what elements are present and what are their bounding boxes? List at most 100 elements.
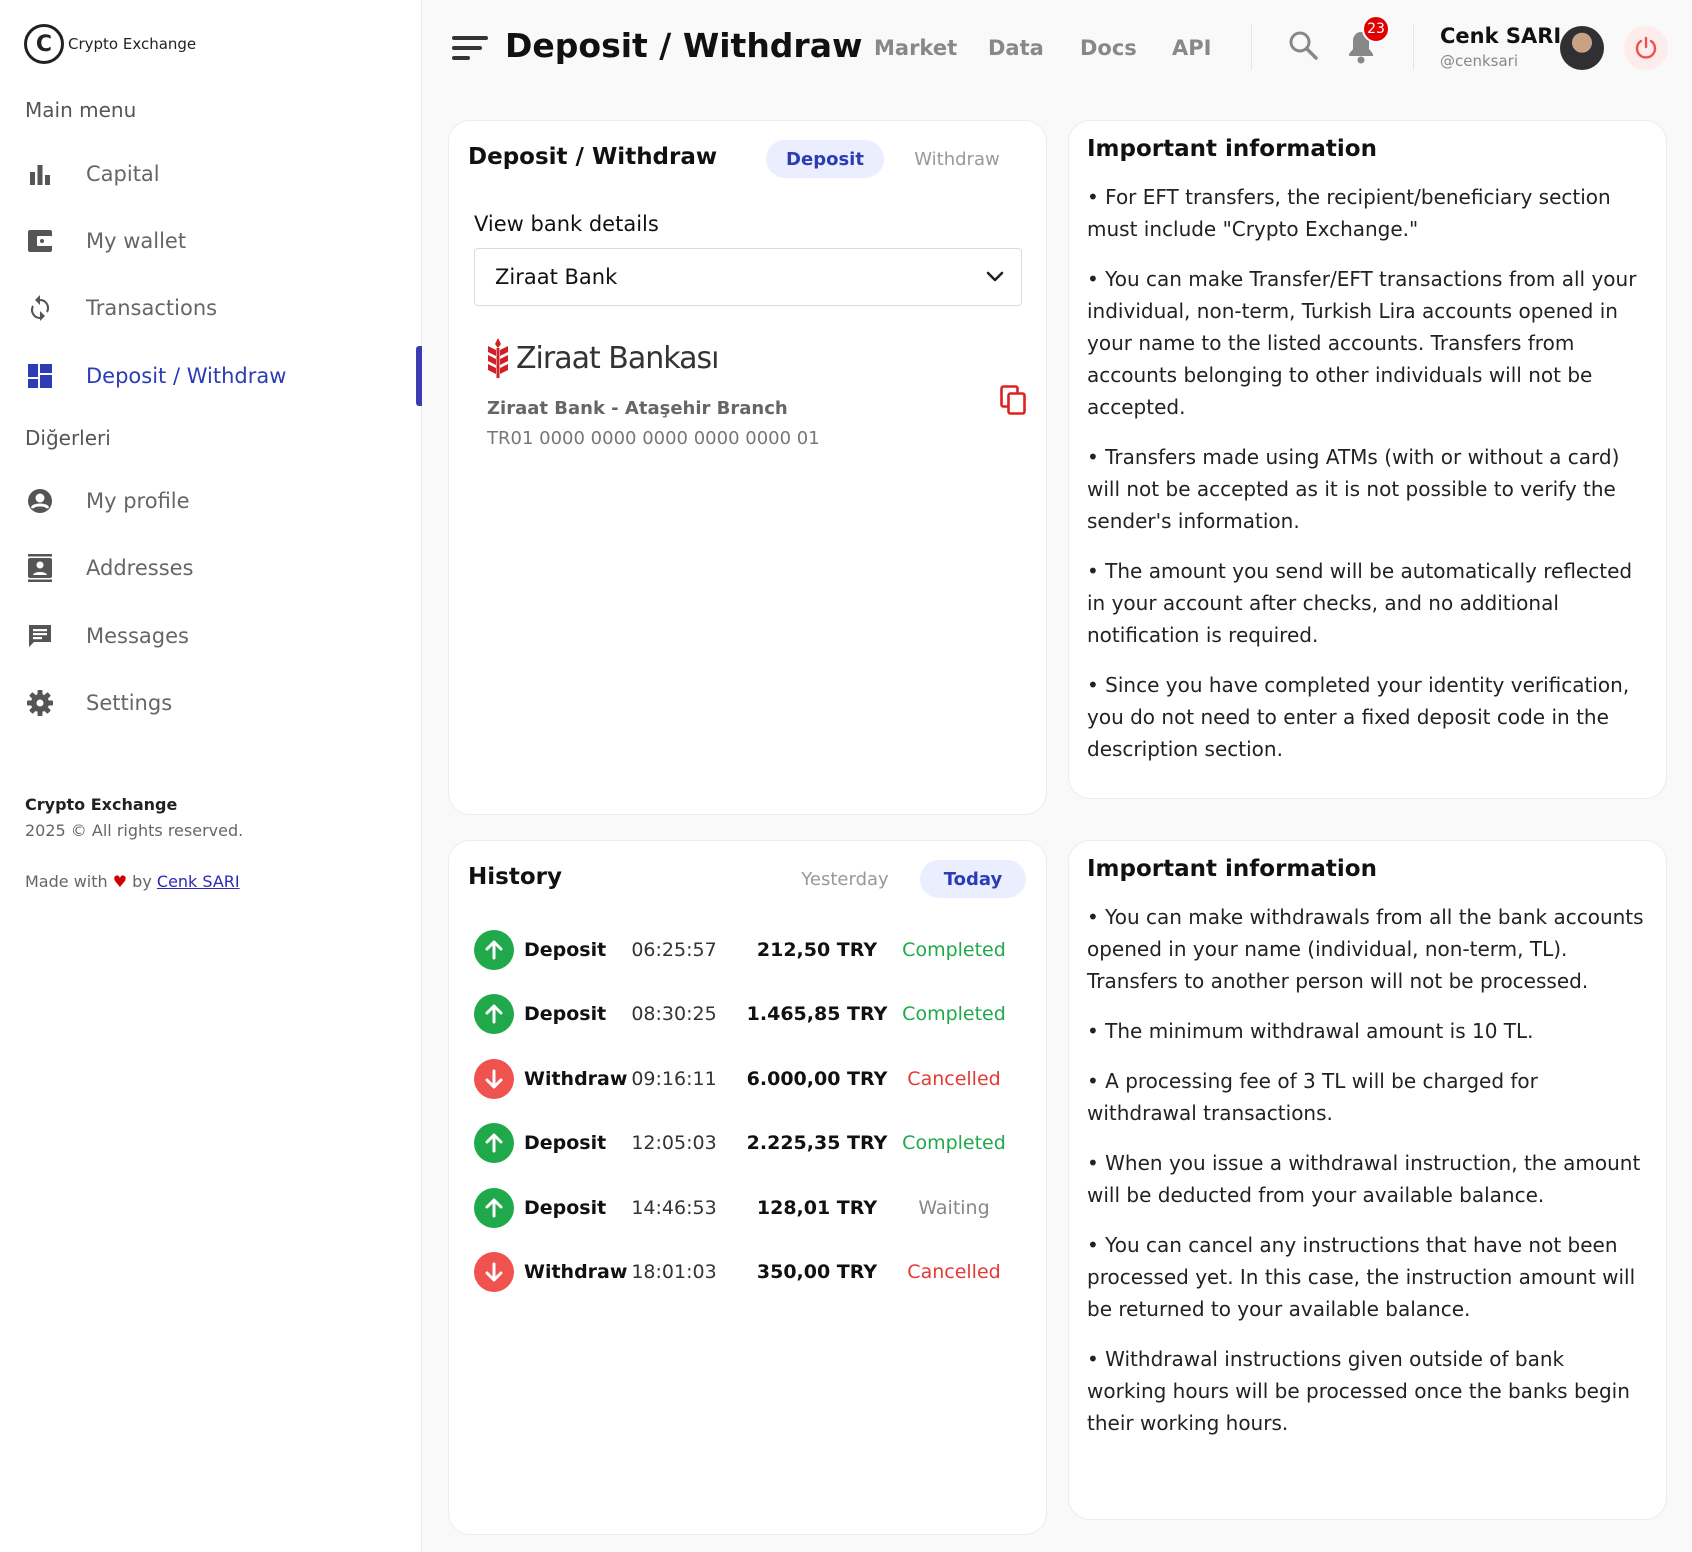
- bank-branch: Ziraat Bank - Ataşehir Branch: [487, 398, 788, 419]
- power-icon[interactable]: [1624, 26, 1668, 70]
- author-link[interactable]: Cenk SARI: [157, 872, 240, 891]
- history-row[interactable]: Withdraw 18:01:03 350,00 TRY Cancelled: [474, 1250, 1034, 1294]
- nav-api[interactable]: API: [1172, 36, 1211, 60]
- nav-market[interactable]: Market: [874, 36, 957, 60]
- sidebar-item-addresses[interactable]: Addresses: [0, 544, 422, 592]
- user-name: Cenk SARI: [1440, 24, 1562, 48]
- history-time: 09:16:11: [631, 1068, 717, 1090]
- withdraw-info-list: • You can make withdrawals from all the …: [1087, 901, 1647, 1457]
- info-item: • The amount you send will be automatica…: [1087, 559, 1633, 647]
- tab-withdraw[interactable]: Withdraw: [898, 140, 1016, 178]
- sidebar-item-deposit-withdraw[interactable]: Deposit / Withdraw: [0, 346, 422, 406]
- brand-logo-icon: C: [24, 24, 64, 64]
- sidebar-item-settings[interactable]: Settings: [0, 679, 422, 727]
- history-time: 06:25:57: [631, 939, 717, 961]
- nav-data[interactable]: Data: [988, 36, 1044, 60]
- brand[interactable]: C Crypto Exchange: [24, 24, 196, 64]
- by-text: by: [132, 872, 152, 891]
- info-item: • The minimum withdrawal amount is 10 TL…: [1087, 1019, 1534, 1043]
- search-icon[interactable]: [1288, 30, 1318, 64]
- sidebar-item-my-profile[interactable]: My profile: [0, 477, 422, 525]
- history-status: Cancelled: [907, 1261, 1001, 1283]
- bank-select-value: Ziraat Bank: [495, 265, 618, 289]
- footer-made-with: Made with ♥ by Cenk SARI: [25, 872, 240, 891]
- deposit-info-list: • For EFT transfers, the recipient/benef…: [1087, 181, 1647, 783]
- deposit-info-title: Important information: [1087, 136, 1377, 162]
- user-handle: @cenksari: [1440, 52, 1519, 70]
- history-time: 12:05:03: [631, 1132, 717, 1154]
- avatar[interactable]: [1560, 26, 1604, 70]
- info-item: • You can cancel any instructions that h…: [1087, 1233, 1636, 1321]
- sync-icon: [26, 294, 54, 322]
- bank-iban: TR01 0000 0000 0000 0000 0000 01: [487, 428, 820, 449]
- bank-select[interactable]: Ziraat Bank: [474, 248, 1022, 306]
- history-time: 08:30:25: [631, 1003, 717, 1025]
- info-item: • For EFT transfers, the recipient/benef…: [1087, 185, 1611, 241]
- sidebar-item-label: Capital: [86, 162, 160, 186]
- history-row[interactable]: Withdraw 09:16:11 6.000,00 TRY Cancelled: [474, 1057, 1034, 1101]
- made-with-text: Made with: [25, 872, 108, 891]
- header-divider: [1251, 24, 1252, 70]
- arrow-down-icon: [474, 1252, 514, 1292]
- sidebar-item-label: Transactions: [86, 296, 218, 320]
- main-menu-title: Main menu: [25, 98, 137, 122]
- history-row[interactable]: Deposit 06:25:57 212,50 TRY Completed: [474, 928, 1034, 972]
- sidebar-item-label: Settings: [86, 691, 173, 715]
- other-menu-title: Diğerleri: [25, 426, 111, 450]
- header-divider: [1413, 24, 1414, 70]
- sidebar-item-my-wallet[interactable]: My wallet: [0, 217, 422, 265]
- tab-today[interactable]: Today: [920, 860, 1026, 898]
- withdraw-info-title: Important information: [1087, 856, 1377, 882]
- info-item: • A processing fee of 3 TL will be charg…: [1087, 1069, 1538, 1125]
- deposit-card-title: Deposit / Withdraw: [468, 144, 718, 170]
- info-item: • You can make withdrawals from all the …: [1087, 905, 1644, 993]
- history-type: Deposit: [524, 1132, 607, 1154]
- info-item: • Transfers made using ATMs (with or wit…: [1087, 445, 1620, 533]
- history-amount: 1.465,85 TRY: [746, 1003, 888, 1025]
- account-circle-icon: [26, 487, 54, 515]
- history-amount: 212,50 TRY: [756, 939, 878, 961]
- history-status: Completed: [902, 1132, 1006, 1154]
- arrow-down-icon: [474, 1059, 514, 1099]
- bar-chart-icon: [26, 160, 54, 188]
- wallet-icon: [26, 227, 54, 255]
- arrow-up-icon: [474, 994, 514, 1034]
- tab-yesterday[interactable]: Yesterday: [786, 860, 904, 898]
- history-status: Completed: [902, 1003, 1006, 1025]
- history-amount: 6.000,00 TRY: [746, 1068, 888, 1090]
- view-bank-details-label: View bank details: [474, 212, 659, 236]
- history-row[interactable]: Deposit 14:46:53 128,01 TRY Waiting: [474, 1186, 1034, 1230]
- copy-icon[interactable]: [1000, 385, 1026, 419]
- nav-docs[interactable]: Docs: [1080, 36, 1137, 60]
- bank-logo-text: Ziraat Bankası: [516, 340, 719, 376]
- info-item: • When you issue a withdrawal instructio…: [1087, 1151, 1641, 1207]
- history-status: Completed: [902, 939, 1006, 961]
- sidebar-item-transactions[interactable]: Transactions: [0, 284, 422, 332]
- notification-badge: 23: [1362, 15, 1390, 43]
- history-time: 18:01:03: [631, 1261, 717, 1283]
- arrow-up-icon: [474, 930, 514, 970]
- heart-icon: ♥: [112, 872, 128, 891]
- history-row[interactable]: Deposit 12:05:03 2.225,35 TRY Completed: [474, 1121, 1034, 1165]
- sidebar-item-messages[interactable]: Messages: [0, 612, 422, 660]
- history-row[interactable]: Deposit 08:30:25 1.465,85 TRY Completed: [474, 992, 1034, 1036]
- wheat-icon: [488, 338, 508, 378]
- sidebar-item-capital[interactable]: Capital: [0, 150, 422, 198]
- history-time: 14:46:53: [631, 1197, 717, 1219]
- history-amount: 350,00 TRY: [756, 1261, 878, 1283]
- gear-icon: [26, 689, 54, 717]
- footer-brand: Crypto Exchange: [25, 795, 178, 814]
- menu-toggle-icon[interactable]: [452, 36, 488, 62]
- tab-deposit[interactable]: Deposit: [766, 140, 884, 178]
- sidebar-item-label: My profile: [86, 489, 190, 513]
- message-icon: [26, 622, 54, 650]
- arrow-up-icon: [474, 1188, 514, 1228]
- sidebar-item-label: Addresses: [86, 556, 194, 580]
- history-title: History: [468, 864, 562, 890]
- history-type: Deposit: [524, 1197, 607, 1219]
- history-status: Waiting: [918, 1197, 990, 1219]
- sidebar: C Crypto Exchange Main menu Capital My w…: [0, 0, 422, 1552]
- footer-rights: 2025 © All rights reserved.: [25, 821, 244, 840]
- chevron-down-icon: [985, 267, 1005, 292]
- sidebar-item-label: Deposit / Withdraw: [86, 364, 287, 388]
